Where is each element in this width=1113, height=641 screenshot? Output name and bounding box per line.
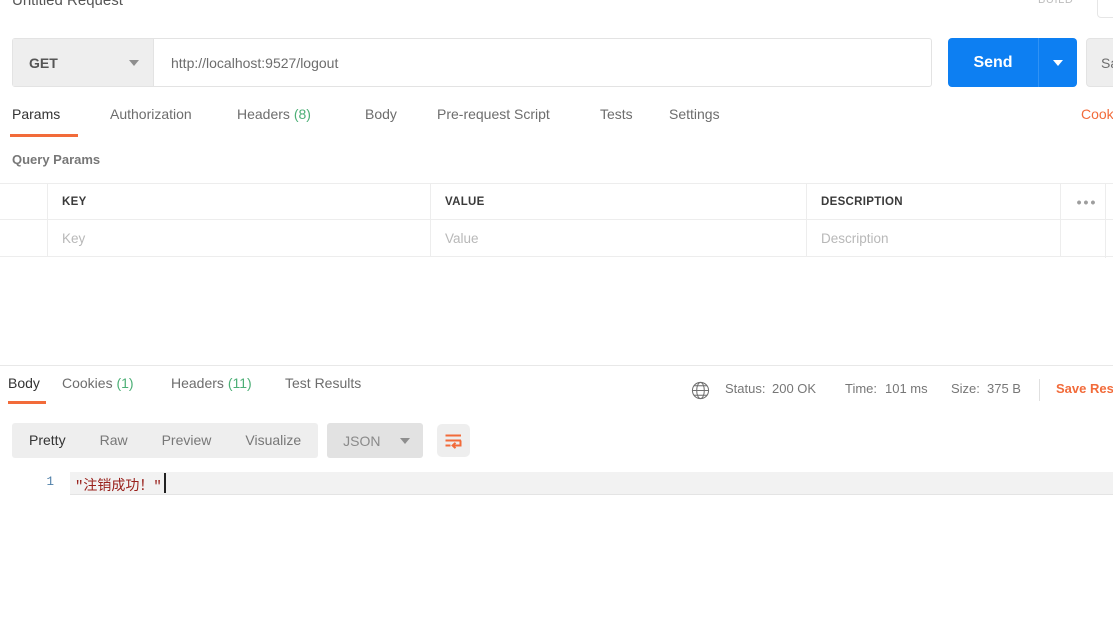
tab-body[interactable]: Body: [365, 106, 397, 142]
cookies-count: (1): [116, 375, 134, 391]
table-header-row: KEY VALUE DESCRIPTION •••: [0, 183, 1113, 220]
send-button[interactable]: Send: [948, 38, 1038, 87]
query-params-table: KEY VALUE DESCRIPTION ••• Key Value Desc…: [0, 183, 1113, 257]
status-label: Status:: [725, 381, 766, 396]
response-format-toolbar: Pretty Raw Preview Visualize JSON: [12, 423, 470, 458]
response-tab-bar: Body Cookies (1) Headers (11) Test Resul…: [0, 375, 1113, 409]
request-url-bar: GET http://localhost:9527/logout: [12, 38, 932, 87]
chevron-down-icon: [399, 437, 410, 444]
status-badge: 200 OK: [772, 381, 817, 396]
row-checkbox[interactable]: [0, 220, 48, 256]
param-value-input[interactable]: Value: [431, 220, 807, 256]
table-right-border: [1105, 183, 1106, 258]
tab-pre-request-script[interactable]: Pre-request Script: [437, 106, 550, 142]
build-toggle-box[interactable]: [1097, 0, 1113, 18]
size-label: Size:: [951, 381, 980, 396]
chevron-down-icon: [1053, 59, 1063, 66]
header-checkbox-cell: [0, 184, 48, 219]
time-value: 101 ms: [885, 381, 928, 396]
param-key-input[interactable]: Key: [48, 220, 431, 256]
globe-icon[interactable]: [691, 381, 710, 400]
pane-divider[interactable]: [0, 365, 1113, 366]
response-language-select[interactable]: JSON: [327, 423, 423, 458]
column-header-description: DESCRIPTION: [807, 184, 1061, 219]
active-line-highlight: [70, 472, 1113, 494]
tab-headers[interactable]: Headers (8): [237, 106, 311, 142]
http-method-label: GET: [29, 54, 58, 71]
save-response-button[interactable]: Save Res: [1056, 381, 1113, 396]
text-cursor: [164, 473, 166, 493]
request-tab-bar: Params Authorization Headers (8) Body Pr…: [0, 106, 1113, 142]
table-row: Key Value Description: [0, 220, 1113, 257]
headers-count: (11): [227, 375, 252, 391]
param-description-input[interactable]: Description: [807, 220, 1061, 256]
meta-separator: [1039, 379, 1040, 401]
active-response-tab-indicator: [8, 401, 46, 404]
send-options-button[interactable]: [1038, 38, 1077, 87]
send-button-group: Send: [948, 38, 1077, 87]
word-wrap-button[interactable]: [436, 424, 470, 457]
page-title: Untitled Request: [12, 0, 123, 9]
view-pretty-button[interactable]: Pretty: [12, 423, 83, 458]
tab-response-cookies[interactable]: Cookies (1): [62, 375, 134, 411]
http-method-select[interactable]: GET: [13, 39, 154, 86]
response-view-segmented-control: Pretty Raw Preview Visualize: [12, 423, 319, 458]
column-header-value: VALUE: [431, 184, 807, 219]
active-tab-indicator: [10, 134, 78, 137]
query-params-title: Query Params: [12, 152, 101, 167]
tab-response-body[interactable]: Body: [8, 375, 40, 411]
tab-test-results[interactable]: Test Results: [285, 375, 361, 411]
line-number: 1: [46, 475, 54, 489]
code-line-rule: [70, 494, 1113, 495]
save-button[interactable]: Save: [1086, 38, 1113, 87]
build-label: BUILD: [1038, 0, 1074, 6]
response-body-editor[interactable]: 1 "注销成功！": [0, 470, 1113, 500]
tab-response-headers[interactable]: Headers (11): [171, 375, 252, 411]
column-header-key: KEY: [48, 184, 431, 219]
more-options-icon: •••: [1076, 193, 1098, 210]
time-label: Time:: [845, 381, 878, 396]
cookies-link[interactable]: Cookies: [1081, 106, 1113, 122]
chevron-down-icon: [129, 59, 139, 66]
request-title-bar: Untitled Request BUILD: [0, 0, 1113, 18]
url-input[interactable]: http://localhost:9527/logout: [154, 39, 931, 86]
view-visualize-button[interactable]: Visualize: [228, 423, 318, 458]
response-body-content: "注销成功！": [75, 479, 162, 495]
tab-authorization[interactable]: Authorization: [110, 106, 192, 142]
tab-tests[interactable]: Tests: [600, 106, 633, 142]
tab-settings[interactable]: Settings: [669, 106, 720, 142]
headers-count: (8): [293, 106, 311, 122]
word-wrap-icon: [445, 434, 462, 449]
view-preview-button[interactable]: Preview: [145, 423, 229, 458]
size-value: 375 B: [987, 381, 1021, 396]
view-raw-button[interactable]: Raw: [83, 423, 145, 458]
language-label: JSON: [343, 432, 381, 449]
